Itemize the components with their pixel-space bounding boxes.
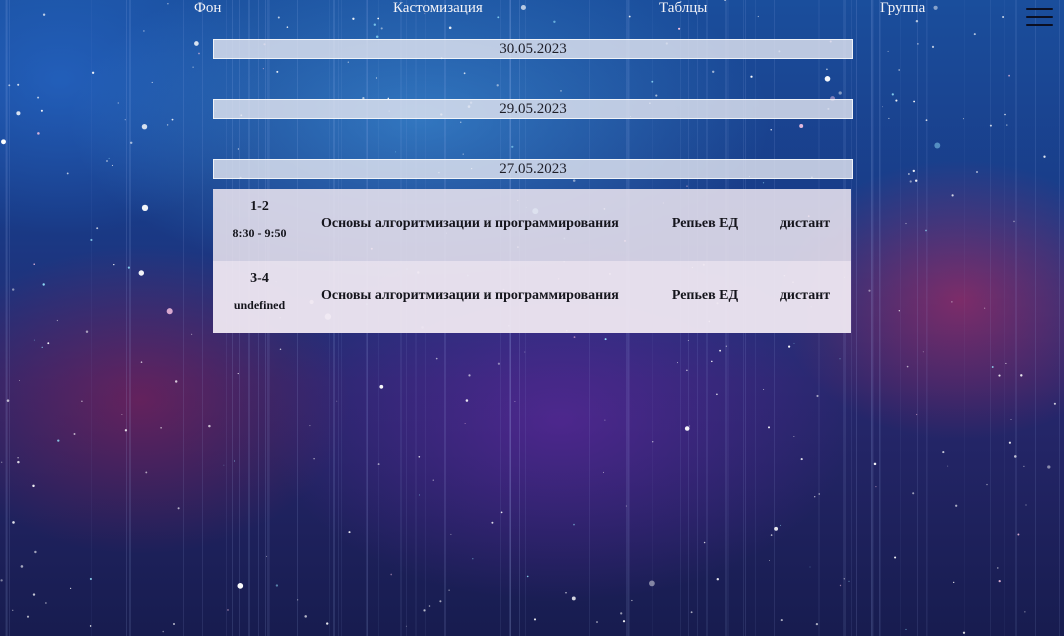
- teacher-name: Репьев ЕД: [671, 216, 739, 231]
- pair-number: 3-4: [250, 271, 269, 286]
- lesson-format: дистант: [779, 288, 831, 303]
- table-row: 1-2 8:30 - 9:50 Основы алгоритмизации и …: [213, 189, 851, 261]
- pair-time: 8:30 - 9:50: [232, 226, 287, 240]
- menu-line: [1026, 24, 1053, 26]
- pair-number: 1-2: [250, 199, 269, 214]
- teacher-name: Репьев ЕД: [671, 288, 739, 303]
- lesson-format: дистант: [779, 216, 831, 231]
- nav-item-tables[interactable]: Таблцы: [659, 0, 707, 16]
- nav-item-customization[interactable]: Кастомизация: [393, 0, 483, 16]
- nav-item-group[interactable]: Группа: [880, 0, 925, 16]
- subject-name: Основы алгоритмизации и программирования: [321, 288, 619, 303]
- date-header-27-05[interactable]: 27.05.2023: [213, 159, 853, 179]
- menu-line: [1026, 16, 1053, 18]
- table-row: 3-4 undefined Основы алгоритмизации и пр…: [213, 261, 851, 333]
- pair-time: undefined: [233, 298, 286, 312]
- nav-item-background[interactable]: Фон: [194, 0, 221, 16]
- hamburger-menu-icon[interactable]: [1026, 8, 1053, 28]
- top-navigation: Фон Кастомизация Таблцы Группа: [0, 0, 1064, 18]
- subject-name: Основы алгоритмизации и программирования: [321, 216, 619, 231]
- date-header-29-05[interactable]: 29.05.2023: [213, 99, 853, 119]
- schedule-table: 1-2 8:30 - 9:50 Основы алгоритмизации и …: [213, 189, 851, 333]
- date-header-30-05[interactable]: 30.05.2023: [213, 39, 853, 59]
- menu-line: [1026, 8, 1053, 10]
